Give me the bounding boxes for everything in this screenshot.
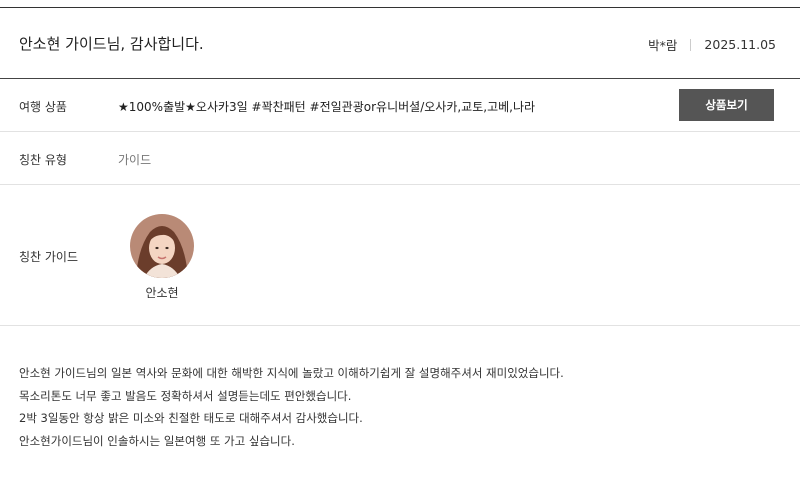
guide-profile: 안소현 bbox=[128, 214, 196, 301]
guide-name: 안소현 bbox=[145, 286, 179, 300]
content-line: 안소현 가이드님의 일본 역사와 문화에 대한 해박한 지식에 놀랐고 이해하기… bbox=[19, 366, 564, 380]
review-detail: 안소현 가이드님, 감사합니다. 박*람 2025.11.05 여행 상품 ★1… bbox=[0, 0, 800, 481]
product-label: 여행 상품 bbox=[19, 100, 67, 114]
guide-avatar bbox=[130, 214, 194, 278]
content-line: 2박 3일동안 항상 밝은 미소와 친절한 태도로 대해주셔서 감사했습니다. bbox=[19, 411, 363, 425]
content-line: 목소리톤도 너무 좋고 발음도 정확하셔서 설명듣는데도 편안했습니다. bbox=[19, 388, 352, 403]
review-date: 2025.11.05 bbox=[704, 37, 776, 52]
product-row: 여행 상품 ★100%출발★오사카3일 #꽉찬패턴 #전일관광or유니버셜/오사… bbox=[0, 79, 800, 132]
meta-separator bbox=[690, 38, 692, 51]
product-name: ★100%출발★오사카3일 #꽉찬패턴 #전일관광or유니버셜/오사카,교토,고… bbox=[118, 100, 536, 114]
review-content: 안소현 가이드님의 일본 역사와 문화에 대한 해박한 지식에 놀랐고 이해하기… bbox=[19, 362, 564, 452]
view-product-button[interactable]: 상품보기 bbox=[679, 89, 774, 121]
review-header: 안소현 가이드님, 감사합니다. 박*람 2025.11.05 bbox=[0, 8, 800, 79]
praise-guide-label: 칭찬 가이드 bbox=[19, 250, 79, 264]
review-title: 안소현 가이드님, 감사합니다. bbox=[19, 35, 204, 53]
review-author: 박*람 bbox=[648, 38, 678, 53]
praise-type-value: 가이드 bbox=[118, 153, 152, 167]
praise-type-row: 칭찬 유형 가이드 bbox=[0, 132, 800, 185]
review-meta: 박*람 2025.11.05 bbox=[648, 35, 776, 54]
praise-type-label: 칭찬 유형 bbox=[19, 153, 67, 167]
praise-guide-row: 칭찬 가이드 안소현 bbox=[0, 185, 800, 326]
content-line: 안소현가이드님이 인솔하시는 일본여행 또 가고 싶습니다. bbox=[19, 433, 295, 448]
